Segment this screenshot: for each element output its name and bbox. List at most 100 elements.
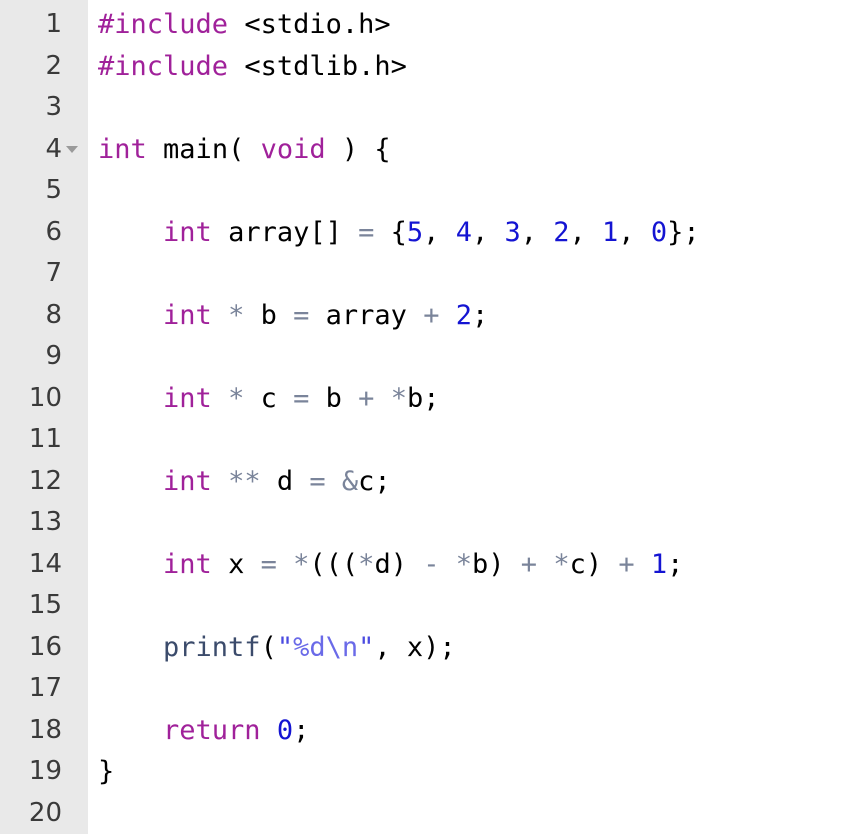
gutter-row[interactable]: 9 (0, 336, 88, 378)
gutter-row[interactable]: 10 (0, 378, 88, 420)
gutter-row[interactable]: 19 (0, 751, 88, 793)
line-number: 5 (45, 175, 62, 205)
fold-slot-empty (62, 419, 82, 461)
code-token-keyword: int (163, 465, 212, 497)
code-token-keyword: int (98, 133, 147, 165)
line-number: 4 (45, 133, 62, 164)
code-token-keyword: void (260, 133, 326, 165)
code-token-punct: , (569, 216, 603, 248)
gutter-row[interactable]: 13 (0, 502, 88, 544)
code-token-punct: d) (374, 548, 424, 580)
code-fold-toggle[interactable] (62, 129, 82, 171)
code-line[interactable]: } (88, 751, 854, 793)
gutter-row[interactable]: 5 (0, 170, 88, 212)
gutter-row[interactable]: 12 (0, 461, 88, 503)
code-token-keyword: return (163, 714, 261, 746)
gutter-row[interactable]: 15 (0, 585, 88, 627)
code-token-operator: + (423, 299, 440, 331)
code-line[interactable]: ​ (88, 502, 854, 544)
code-token-operator: * (293, 548, 310, 580)
code-line[interactable]: return 0; (88, 710, 854, 752)
line-number: 12 (28, 465, 62, 496)
code-token-number: 4 (455, 216, 472, 248)
code-token-punct: ; (667, 548, 684, 580)
line-number: 10 (28, 382, 62, 413)
gutter-row[interactable]: 14 (0, 544, 88, 586)
code-token-number: 2 (455, 299, 472, 331)
code-token-punct: , (618, 216, 651, 248)
gutter-row[interactable]: 17 (0, 668, 88, 710)
line-number: 13 (28, 507, 62, 537)
fold-slot-empty (62, 544, 82, 586)
gutter-row[interactable]: 7 (0, 253, 88, 295)
code-token-quote: " (358, 631, 375, 663)
code-line[interactable]: ​ (88, 668, 854, 710)
code-line[interactable]: #include <stdlib.h> (88, 46, 854, 88)
code-line[interactable]: int * b = array + 2; (88, 295, 854, 337)
fold-slot-empty (62, 87, 82, 129)
code-token-number: 0 (276, 714, 294, 746)
line-number: 7 (45, 258, 62, 288)
code-line[interactable]: int ** d = &c; (88, 461, 854, 503)
code-token-operator: * (358, 548, 375, 580)
gutter-row[interactable]: 1 (0, 4, 88, 46)
gutter-row[interactable]: 8 (0, 295, 88, 337)
gutter-row[interactable]: 6 (0, 212, 88, 254)
code-line[interactable]: int * c = b + *b; (88, 378, 854, 420)
code-token-punct: ) { (325, 133, 391, 165)
code-line[interactable]: ​ (88, 336, 854, 378)
code-token-punct: , x); (374, 631, 456, 663)
code-token-keyword: int (163, 299, 212, 331)
code-token-func: printf (163, 631, 261, 663)
code-token-plain: <stdlib.h> (244, 50, 407, 82)
line-number: 3 (45, 92, 62, 122)
code-token-operator: + (358, 382, 375, 414)
code-token-operator: + (520, 548, 538, 580)
code-line[interactable]: ​ (88, 170, 854, 212)
code-line[interactable]: ​ (88, 253, 854, 295)
code-line[interactable]: ​ (88, 87, 854, 129)
gutter-row[interactable]: 2 (0, 46, 88, 88)
fold-slot-empty (62, 170, 82, 212)
code-token-operator: & (341, 465, 359, 497)
code-token-punct: }; (667, 216, 700, 248)
line-number: 20 (28, 797, 62, 828)
code-token-punct: , (423, 216, 456, 248)
code-line[interactable]: printf("%d\n", x); (88, 627, 854, 669)
code-content-area[interactable]: #include <stdio.h>#include <stdlib.h>​in… (88, 0, 854, 834)
chevron-down-icon (66, 145, 78, 153)
code-token-punct: , (471, 216, 505, 248)
fold-slot-empty (62, 751, 82, 793)
gutter-row[interactable]: 16 (0, 627, 88, 669)
gutter-row[interactable]: 11 (0, 419, 88, 461)
code-token-punct: ( (260, 631, 277, 663)
code-line[interactable]: ​ (88, 419, 854, 461)
code-line[interactable]: ​ (88, 793, 854, 834)
code-token-punct: b; (406, 382, 440, 414)
code-line[interactable]: int main( void ) { (88, 129, 854, 171)
code-token-plain: d (260, 465, 310, 497)
fold-slot-empty (62, 4, 82, 46)
line-number-gutter[interactable]: 1 2 3 4 5 6 7 8 9 10 11 12 13 14 15 16 17 18 19 20 (0, 0, 88, 834)
code-line[interactable]: ​ (88, 585, 854, 627)
gutter-row[interactable]: 20 (0, 793, 88, 834)
gutter-row[interactable]: 4 (0, 129, 88, 171)
code-line[interactable]: #include <stdio.h> (88, 4, 854, 46)
code-line[interactable]: int x = *(((*d) - *b) + *c) + 1; (88, 544, 854, 586)
gutter-row[interactable]: 3 (0, 87, 88, 129)
code-line[interactable]: int array[] = {5, 4, 3, 2, 1, 0}; (88, 212, 854, 254)
line-number: 15 (28, 590, 62, 620)
code-token-punct: { (374, 216, 407, 248)
gutter-row[interactable]: 18 (0, 710, 88, 752)
code-token-plain: array (309, 299, 424, 331)
fold-slot-empty (62, 668, 82, 710)
line-number: 19 (28, 756, 62, 786)
